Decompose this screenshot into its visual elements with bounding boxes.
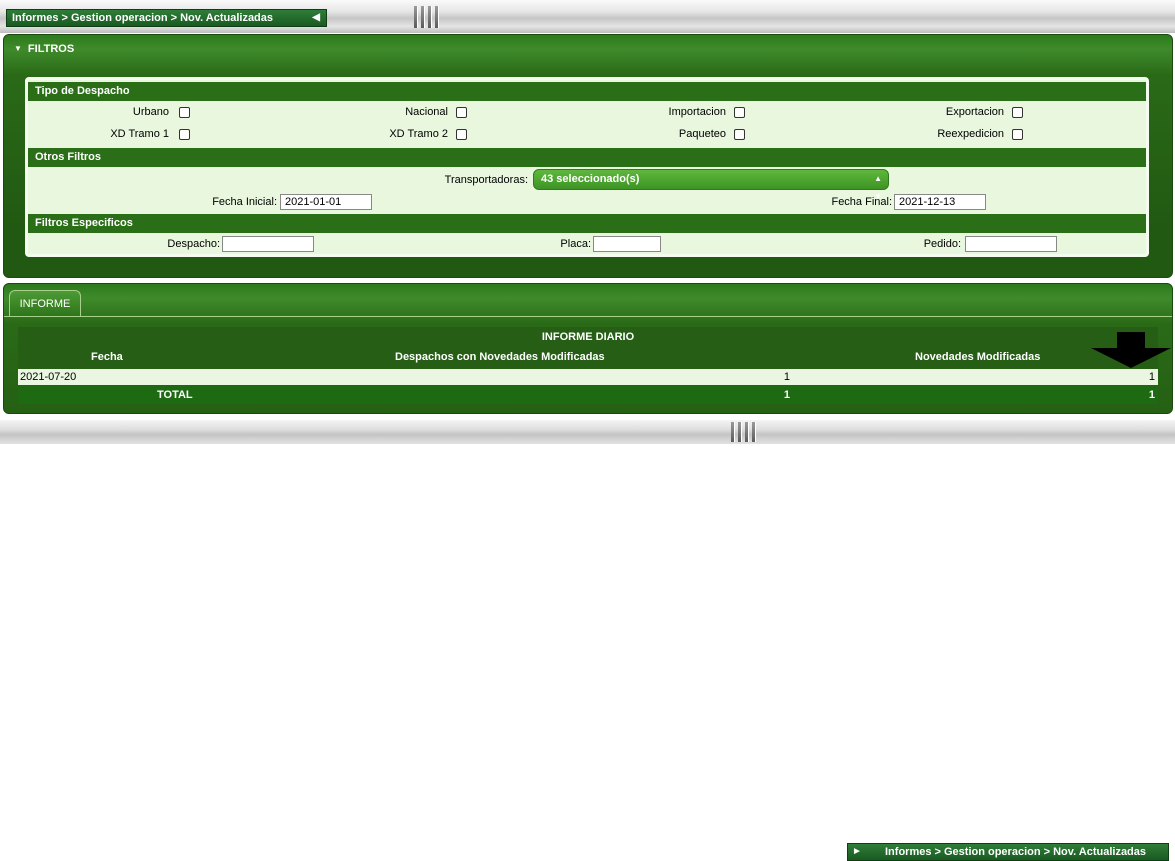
cell-novedades: 1 — [1148, 371, 1155, 383]
placa-input[interactable] — [593, 236, 661, 252]
transportadoras-value: 43 seleccionado(s) — [541, 173, 640, 185]
filtros-especificos-heading: Filtros Especificos — [28, 214, 1146, 233]
filtros-panel: ▼ FILTROS Tipo de Despacho Urbano Naciona… — [3, 34, 1173, 278]
filtros-form: Tipo de Despacho Urbano Nacional Importa… — [25, 77, 1149, 257]
filtros-title: FILTROS — [27, 43, 75, 55]
pedido-label: Pedido: — [923, 238, 961, 250]
bottom-drag-handle[interactable] — [731, 422, 756, 442]
column-header-novedades[interactable]: Novedades Modificadas — [915, 351, 1040, 363]
bottom-breadcrumb[interactable]: ► Informes > Gestion operacion > Nov. Ac… — [847, 843, 1169, 861]
fechas-row: Fecha Inicial: Fecha Final: — [28, 193, 1146, 215]
bottom-toolbar: ► Informes > Gestion operacion > Nov. Ac… — [0, 420, 1175, 861]
tipo-despacho-row-2: XD Tramo 1 XD Tramo 2 Paqueteo Reexpedic… — [28, 126, 1146, 148]
reexpedicion-label: Reexpedicion — [937, 128, 1004, 140]
report-title: INFORME DIARIO — [541, 331, 635, 343]
xd-tramo-2-checkbox[interactable] — [456, 129, 467, 140]
arrow-down-icon — [1091, 332, 1171, 368]
fecha-final-label: Fecha Final: — [831, 196, 892, 208]
paqueteo-label: Paqueteo — [678, 128, 726, 140]
transportadoras-row: Transportadoras: 43 seleccionado(s) ▲ ▼ — [28, 169, 1146, 201]
transportadoras-select[interactable]: 43 seleccionado(s) ▲ ▼ — [533, 169, 889, 201]
exportacion-label: Exportacion — [945, 106, 1004, 118]
otros-filtros-heading: Otros Filtros — [28, 148, 1146, 167]
xd-tramo-2-label: XD Tramo 2 — [389, 128, 448, 140]
total-label: TOTAL — [157, 389, 193, 401]
cell-despachos: 1 — [783, 371, 790, 383]
despacho-label: Despacho: — [167, 238, 220, 250]
fecha-inicial-input[interactable] — [280, 194, 372, 210]
paqueteo-checkbox[interactable] — [734, 129, 745, 140]
triangle-down-icon: ▼ — [14, 44, 22, 53]
top-toolbar: Informes > Gestion operacion > Nov. Actu… — [0, 0, 1175, 33]
especificos-row: Despacho: Placa: Pedido: — [28, 235, 1146, 257]
despacho-input[interactable] — [222, 236, 314, 252]
urbano-label: Urbano — [132, 106, 169, 118]
table-row[interactable]: 2021-07-20 1 1 — [18, 369, 1158, 385]
urbano-checkbox[interactable] — [179, 107, 190, 118]
bottom-breadcrumb-text: Informes > Gestion operacion > Nov. Actu… — [885, 846, 1147, 858]
filtros-toggle[interactable]: ▼ FILTROS — [14, 43, 74, 55]
collapse-left-icon[interactable]: ◀ — [312, 10, 320, 26]
transportadoras-label: Transportadoras: — [444, 174, 528, 186]
pedido-input[interactable] — [965, 236, 1057, 252]
drag-handle[interactable] — [414, 6, 439, 28]
total-novedades: 1 — [1148, 389, 1155, 401]
expand-right-icon[interactable]: ► — [852, 844, 862, 860]
total-row: TOTAL 1 1 — [18, 386, 1158, 404]
placa-label: Placa: — [560, 238, 591, 250]
total-despachos: 1 — [783, 389, 790, 401]
fecha-inicial-label: Fecha Inicial: — [212, 196, 277, 208]
nacional-label: Nacional — [405, 106, 448, 118]
xd-tramo-1-checkbox[interactable] — [179, 129, 190, 140]
breadcrumb[interactable]: Informes > Gestion operacion > Nov. Actu… — [6, 9, 327, 27]
column-header-despachos[interactable]: Despachos con Novedades Modificadas — [395, 351, 605, 363]
exportacion-checkbox[interactable] — [1012, 107, 1023, 118]
column-header-fecha[interactable]: Fecha — [91, 351, 123, 363]
tipo-despacho-heading: Tipo de Despacho — [28, 82, 1146, 101]
reexpedicion-checkbox[interactable] — [1012, 129, 1023, 140]
tab-divider — [4, 316, 1172, 317]
tab-informe[interactable]: INFORME — [9, 290, 81, 317]
importacion-checkbox[interactable] — [734, 107, 745, 118]
table-header: INFORME DIARIO Fecha Despachos con Noved… — [18, 327, 1171, 369]
cell-fecha: 2021-07-20 — [20, 371, 77, 383]
xd-tramo-1-label: XD Tramo 1 — [110, 128, 169, 140]
tipo-despacho-row-1: Urbano Nacional Importacion Exportacion — [28, 104, 1146, 126]
nacional-checkbox[interactable] — [456, 107, 467, 118]
importacion-label: Importacion — [668, 106, 726, 118]
breadcrumb-text: Informes > Gestion operacion > Nov. Actu… — [12, 12, 274, 24]
fecha-final-input[interactable] — [894, 194, 986, 210]
informe-panel: INFORME INFORME DIARIO Fecha Despachos c… — [3, 283, 1173, 414]
